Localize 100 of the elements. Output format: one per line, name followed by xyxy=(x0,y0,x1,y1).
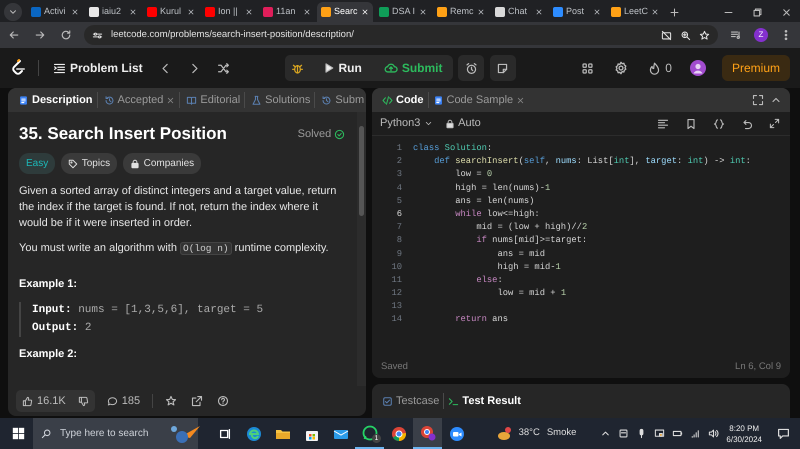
eye-off-icon xyxy=(661,30,672,40)
browser-tab[interactable]: Post xyxy=(549,2,605,22)
close-icon xyxy=(781,7,792,18)
difficulty-label: Easy xyxy=(19,153,56,174)
panel-tab[interactable]: Testcase xyxy=(378,392,444,410)
taskbar-search-bar[interactable]: Type here to search xyxy=(33,418,198,449)
browser-tab[interactable]: 11an xyxy=(259,2,315,22)
panel-tab[interactable]: Editorial xyxy=(182,92,246,108)
comments-button[interactable]: 185 xyxy=(104,390,142,412)
chrome-profile-icon xyxy=(420,424,436,440)
line-number: 1 xyxy=(396,142,402,155)
panel-tab[interactable]: Description xyxy=(14,92,98,108)
logo-icon[interactable] xyxy=(10,59,26,77)
premium-button[interactable]: Premium xyxy=(722,55,790,81)
notes-button[interactable] xyxy=(490,55,516,81)
task-view-icon xyxy=(218,426,232,440)
complexity-requirement: You must write an algorithm with O(log n) runtime complexity. xyxy=(19,241,330,258)
flask-icon xyxy=(251,94,262,106)
checkbox-icon xyxy=(382,396,393,406)
lock-icon xyxy=(445,118,456,128)
book-icon xyxy=(186,94,198,106)
close-tab-button[interactable] xyxy=(593,8,601,16)
user-avatar[interactable] xyxy=(690,60,706,76)
browser-tab[interactable]: Ion || xyxy=(201,2,257,22)
panel-tab[interactable]: Accepted xyxy=(100,92,180,108)
align-left-icon xyxy=(657,118,669,130)
tab-search-button[interactable] xyxy=(4,3,22,21)
example-line: Output: 2 xyxy=(32,321,92,336)
timer-button[interactable] xyxy=(458,55,484,81)
problem-list-button[interactable]: Problem List xyxy=(51,57,145,79)
problem-title: 35. Search Insert Position xyxy=(19,124,227,144)
panel-tab[interactable]: Subm xyxy=(317,92,366,108)
save-status: Saved xyxy=(381,360,408,374)
browser-tab[interactable]: Chat xyxy=(491,2,547,22)
browser-tab[interactable]: LeetC xyxy=(607,2,663,22)
close-icon xyxy=(419,8,427,16)
alarm-clock-icon xyxy=(464,62,478,74)
browser-tab[interactable]: Remc xyxy=(433,2,489,22)
close-tab-button[interactable] xyxy=(535,8,543,16)
streak-button[interactable]: 0 xyxy=(646,57,674,79)
temperature-label: 38°C xyxy=(518,426,540,440)
fullscreen-button[interactable] xyxy=(750,92,766,108)
scrollbar[interactable] xyxy=(357,112,366,386)
run-button[interactable]: Run xyxy=(312,55,372,81)
browser-tab[interactable]: Activi xyxy=(27,2,83,22)
close-tab-button[interactable] xyxy=(129,8,137,16)
close-icon xyxy=(651,8,659,16)
address-field[interactable]: leetcode.com/problems/search-insert-position/description/ xyxy=(84,25,718,45)
close-tab-button[interactable] xyxy=(245,8,253,16)
comet-icon xyxy=(168,424,202,444)
forward-arrow-icon xyxy=(34,29,46,41)
companies-button[interactable]: Companies xyxy=(122,153,202,174)
star-icon xyxy=(699,30,710,40)
note-icon xyxy=(496,62,509,74)
browser-tab[interactable]: Searc xyxy=(317,2,373,22)
browser-tab[interactable]: iaiu2 xyxy=(85,2,141,22)
topics-button[interactable]: Topics xyxy=(60,153,118,174)
close-icon xyxy=(129,8,137,16)
close-tab-button[interactable] xyxy=(187,8,195,16)
language-dropdown[interactable]: Python3 xyxy=(380,115,434,132)
chat-bubble-icon xyxy=(362,424,378,440)
line-number: 12 xyxy=(390,287,402,300)
help-icon xyxy=(217,395,230,407)
check-circle-icon xyxy=(334,128,345,140)
autocomplete-mode[interactable]: Auto xyxy=(458,115,481,132)
close-icon xyxy=(516,96,526,104)
chat-icon xyxy=(777,427,790,440)
close-icon xyxy=(303,8,311,16)
close-tab-button[interactable] xyxy=(71,8,79,16)
browser-tab[interactable]: Kurul xyxy=(143,2,199,22)
close-tab-button[interactable] xyxy=(651,8,659,16)
playlist-icon xyxy=(730,29,742,41)
profile-avatar[interactable]: Z xyxy=(754,28,768,42)
speaker-icon xyxy=(708,428,720,439)
back-arrow-icon xyxy=(8,29,20,41)
close-icon xyxy=(71,8,79,16)
submit-button[interactable]: Submit xyxy=(374,55,452,81)
flame-icon xyxy=(648,62,662,74)
close-tab-button[interactable] xyxy=(303,8,311,16)
browser-tab[interactable]: DSA I xyxy=(375,2,431,22)
panel-tab[interactable]: Code Sample xyxy=(428,92,530,108)
close-tab-button[interactable] xyxy=(477,8,485,16)
expand-icon xyxy=(769,118,780,129)
expand-button[interactable] xyxy=(767,116,782,131)
battery-icon xyxy=(672,428,684,439)
thumbs-up-icon xyxy=(22,396,33,406)
fullscreen-icon xyxy=(752,94,764,106)
panel-tab[interactable]: Solutions xyxy=(247,92,316,108)
close-tab-button[interactable] xyxy=(419,8,427,16)
code-line: while low<=high: xyxy=(454,208,540,221)
panel-tab[interactable]: Code xyxy=(378,92,428,108)
code-line: ans = mid xyxy=(496,248,545,260)
reload-icon xyxy=(60,29,72,41)
panel-tab[interactable]: Test Result xyxy=(444,392,525,410)
chrome-profile-button[interactable] xyxy=(413,418,442,449)
video-camera-icon xyxy=(448,426,464,442)
chevron-down-icon xyxy=(424,119,434,128)
bug-icon xyxy=(291,62,304,74)
search-field[interactable]: Type here to search xyxy=(60,426,160,441)
code-line: class Solution: xyxy=(413,142,492,155)
